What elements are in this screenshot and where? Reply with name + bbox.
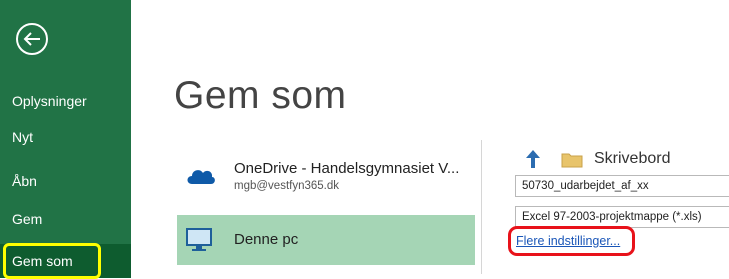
location-onedrive[interactable]: OneDrive - Handelsgymnasiet V... mgb@ves… xyxy=(177,149,475,199)
sidebar-item-gem[interactable]: Gem xyxy=(0,202,131,236)
red-highlight-annotation xyxy=(508,226,635,256)
onedrive-cloud-icon xyxy=(185,165,217,190)
computer-monitor-icon xyxy=(185,227,213,258)
folder-icon xyxy=(561,152,583,173)
location-name: OneDrive - Handelsgymnasiet V... xyxy=(234,160,460,177)
breadcrumb-location[interactable]: Skrivebord xyxy=(594,150,670,168)
page-title: Gem som xyxy=(174,74,347,117)
location-denne-pc[interactable]: Denne pc xyxy=(177,215,475,265)
up-arrow-icon[interactable] xyxy=(525,149,541,174)
filetype-select[interactable]: Excel 97-2003-projektmappe (*.xls) xyxy=(515,206,729,228)
sidebar-item-nyt[interactable]: Nyt xyxy=(0,120,131,154)
filename-input[interactable]: 50730_udarbejdet_af_xx xyxy=(515,175,729,197)
panel-divider xyxy=(481,140,482,274)
sidebar-item-oplysninger[interactable]: Oplysninger xyxy=(0,84,131,118)
location-name: Denne pc xyxy=(234,231,299,248)
sidebar-item-aabn[interactable]: Åbn xyxy=(0,164,131,198)
backstage-sidebar: Oplysninger Nyt Åbn Gem Gem som xyxy=(0,0,131,278)
back-arrow-icon[interactable] xyxy=(15,22,49,56)
location-account: mgb@vestfyn365.dk xyxy=(234,180,340,192)
